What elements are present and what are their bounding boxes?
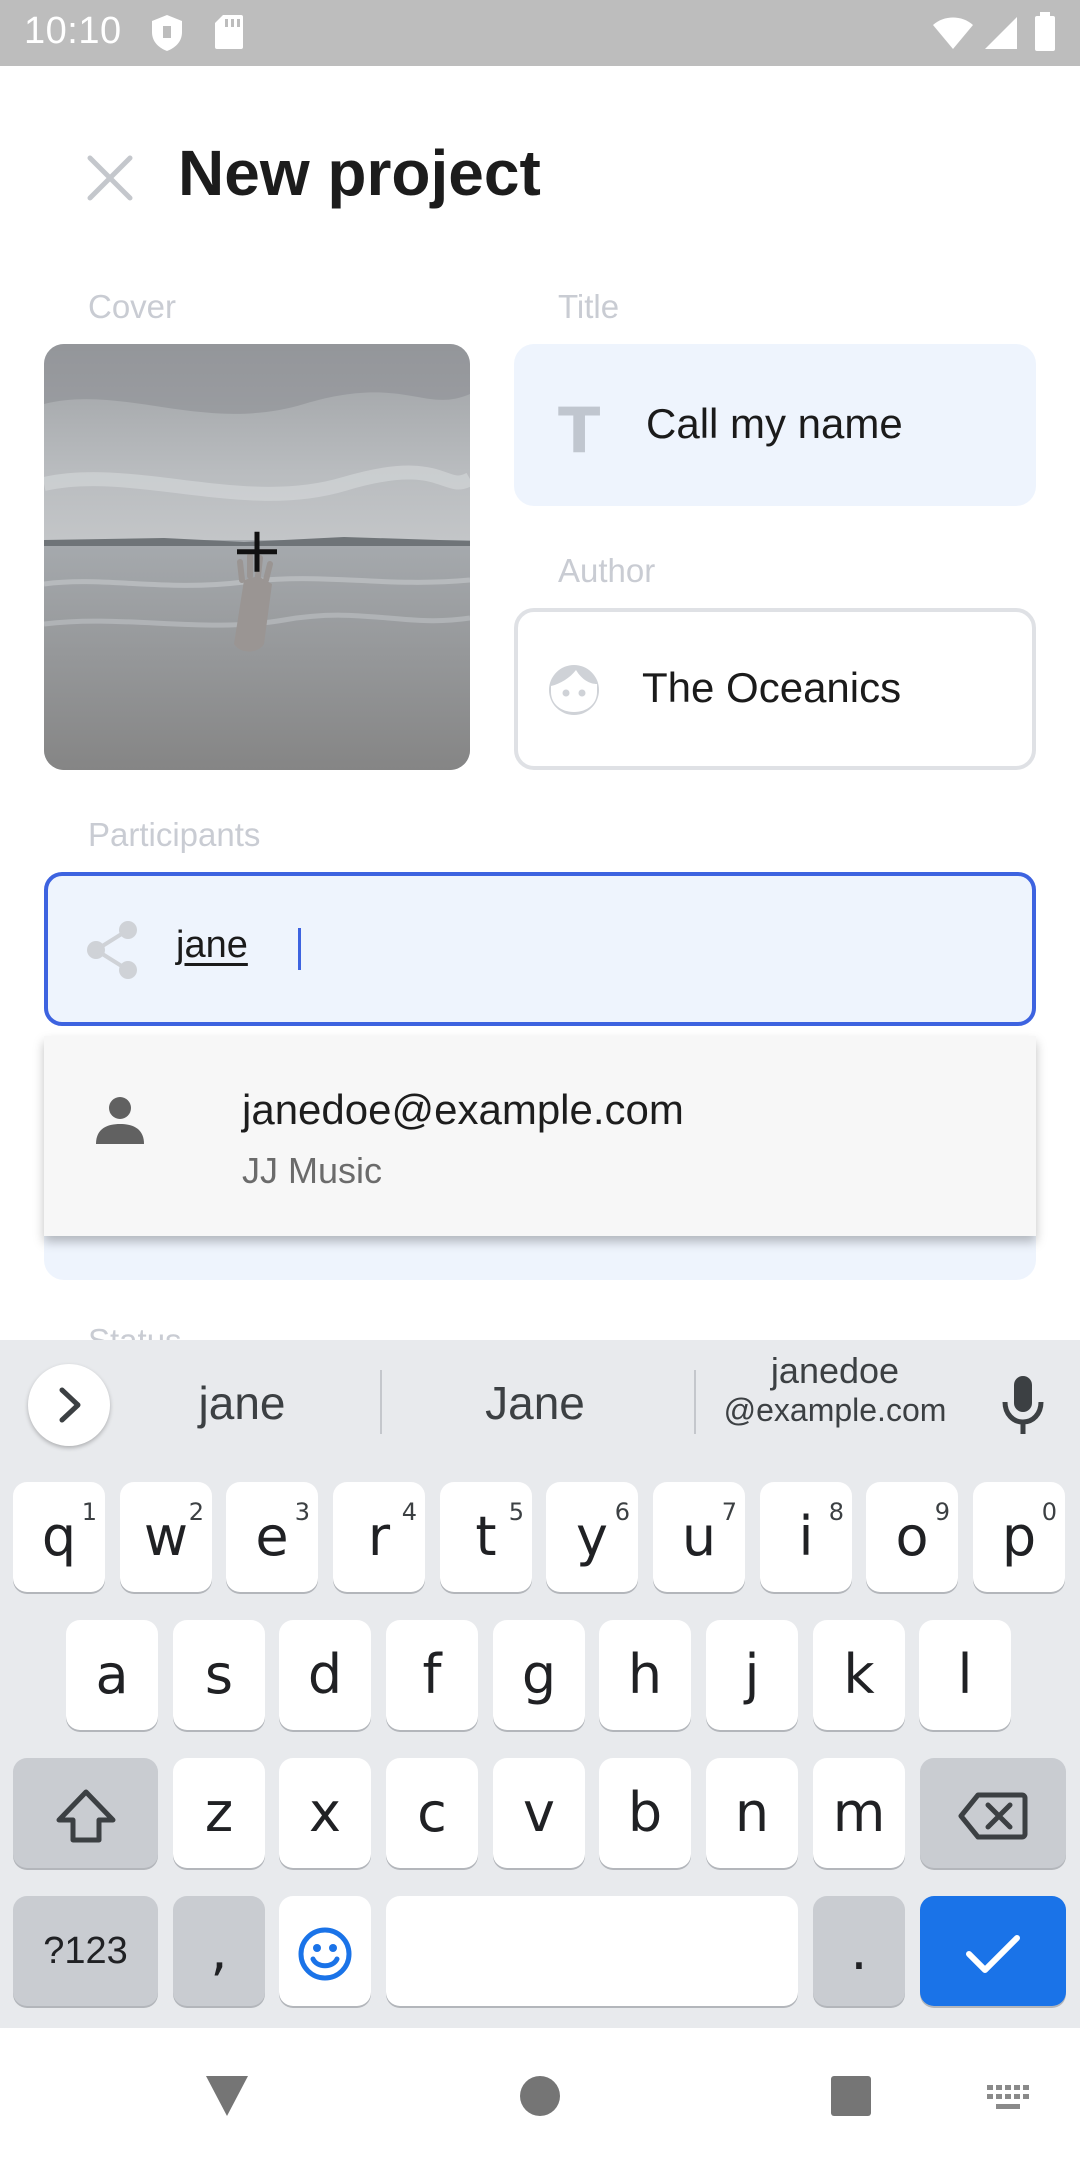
sd-card-icon	[215, 15, 243, 49]
emoji-key[interactable]	[279, 1896, 371, 2006]
text-cursor	[298, 928, 301, 970]
author-input[interactable]: The Oceanics	[642, 664, 901, 712]
title-label: Title	[558, 288, 620, 325]
add-image-icon	[237, 531, 277, 572]
key-f[interactable]: f	[386, 1620, 478, 1730]
page-title: New project	[178, 137, 541, 209]
checkmark-icon	[966, 1935, 1020, 1974]
done-key[interactable]	[920, 1896, 1066, 2006]
backspace-icon	[958, 1792, 1028, 1840]
key-v[interactable]: v	[493, 1758, 585, 1868]
key-b[interactable]: b	[599, 1758, 691, 1868]
close-icon	[87, 155, 133, 201]
key-n[interactable]: n	[706, 1758, 798, 1868]
key-k[interactable]: k	[813, 1620, 905, 1730]
text-format-icon: T	[558, 394, 601, 467]
suggestion-3-line2: @example.com	[723, 1392, 947, 1428]
wifi-icon	[933, 17, 973, 49]
face-icon	[549, 665, 599, 715]
key-a[interactable]: a	[66, 1620, 158, 1730]
author-field[interactable]: The Oceanics	[514, 608, 1036, 770]
share-icon	[87, 921, 137, 979]
participants-input[interactable]: jane	[176, 924, 248, 967]
symbols-key[interactable]: ?123	[13, 1896, 158, 2006]
keyboard-suggestion-bar: jane Jane janedoe @example.com	[0, 1340, 1080, 1468]
home-icon[interactable]	[518, 2074, 562, 2118]
key-l[interactable]: l	[919, 1620, 1011, 1730]
mic-icon[interactable]	[1000, 1374, 1046, 1436]
title-field[interactable]: T Call my name	[514, 344, 1036, 506]
key-c[interactable]: c	[386, 1758, 478, 1868]
shield-icon	[152, 15, 182, 51]
cover-label: Cover	[88, 288, 177, 325]
emoji-icon	[298, 1927, 352, 1981]
key-y[interactable]: y6	[546, 1482, 638, 1592]
battery-icon	[1035, 12, 1055, 51]
key-u[interactable]: u7	[653, 1482, 745, 1592]
autocomplete-subtitle: JJ Music	[242, 1150, 383, 1191]
title-input[interactable]: Call my name	[646, 400, 903, 448]
backspace-key[interactable]	[920, 1758, 1066, 1868]
key-g[interactable]: g	[493, 1620, 585, 1730]
space-key[interactable]	[386, 1896, 798, 2006]
suggestion-2[interactable]: Jane	[420, 1376, 650, 1430]
close-button[interactable]	[84, 152, 136, 204]
key-j[interactable]: j	[706, 1620, 798, 1730]
status-bar: 10:10	[0, 0, 1080, 66]
key-o[interactable]: o9	[866, 1482, 958, 1592]
keyboard-expand-button[interactable]	[28, 1364, 110, 1446]
key-s[interactable]: s	[173, 1620, 265, 1730]
person-icon	[96, 1097, 144, 1144]
shift-key[interactable]	[13, 1758, 158, 1868]
autocomplete-email: janedoe@example.com	[242, 1086, 684, 1133]
recents-icon[interactable]	[829, 2074, 873, 2118]
author-label: Author	[558, 552, 656, 589]
keyboard-switch-icon[interactable]	[986, 2084, 1030, 2114]
signal-icon	[985, 17, 1017, 49]
key-d[interactable]: d	[279, 1620, 371, 1730]
comma-key[interactable]: ,	[173, 1896, 265, 2006]
key-p[interactable]: p0	[973, 1482, 1065, 1592]
suggestion-1[interactable]: jane	[150, 1376, 334, 1430]
suggestion-divider	[380, 1370, 382, 1434]
key-q[interactable]: q1	[13, 1482, 105, 1592]
suggestion-3[interactable]: janedoe @example.com	[710, 1350, 960, 1429]
key-w[interactable]: w2	[120, 1482, 212, 1592]
participants-label: Participants	[88, 816, 261, 853]
key-x[interactable]: x	[279, 1758, 371, 1868]
key-r[interactable]: r4	[333, 1482, 425, 1592]
key-m[interactable]: m	[813, 1758, 905, 1868]
soft-keyboard: jane Jane janedoe @example.com q1 w2 e3 …	[0, 1340, 1080, 2028]
suggestion-3-line1: janedoe	[770, 1350, 900, 1391]
participants-field[interactable]: jane	[44, 872, 1036, 1026]
key-t[interactable]: t5	[440, 1482, 532, 1592]
system-nav-bar	[0, 2028, 1080, 2160]
chevron-right-icon	[59, 1387, 81, 1423]
suggestion-divider	[694, 1370, 696, 1434]
back-icon[interactable]	[204, 2074, 250, 2118]
status-time: 10:10	[24, 10, 122, 52]
autocomplete-item[interactable]: janedoe@example.com JJ Music	[44, 1036, 1036, 1236]
key-z[interactable]: z	[173, 1758, 265, 1868]
key-i[interactable]: i8	[760, 1482, 852, 1592]
key-e[interactable]: e3	[226, 1482, 318, 1592]
shift-icon	[56, 1789, 115, 1843]
cover-image-picker[interactable]	[44, 344, 470, 770]
key-h[interactable]: h	[599, 1620, 691, 1730]
period-key[interactable]: .	[813, 1896, 905, 2006]
